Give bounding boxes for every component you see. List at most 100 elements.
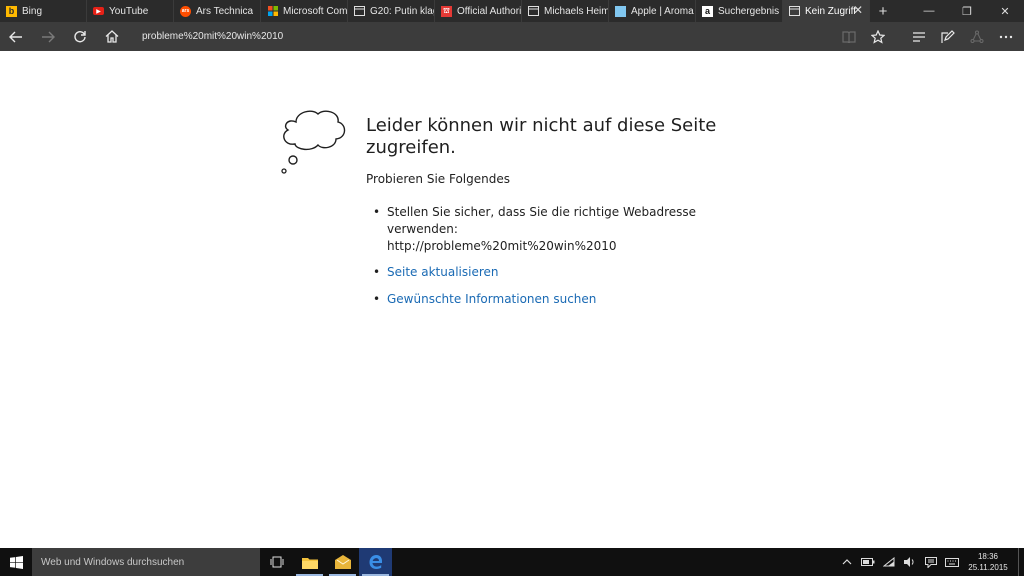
tab-0[interactable]: b Bing [0,0,87,22]
forward-button[interactable] [32,22,64,51]
tab-label: Kein Zugriff [805,5,856,17]
home-icon [105,30,119,43]
tab-label: Bing [22,5,43,17]
notifications-button[interactable] [920,548,941,576]
system-tray: 18:36 25.11.2015 [836,548,1024,576]
youtube-icon: ▶ [93,7,104,15]
ars-technica-icon: ars [180,5,191,17]
tab-4[interactable]: G20: Putin klagt [348,0,435,22]
edge-app-button[interactable] [359,548,392,576]
suggestion-url: http://probleme%20mit%20win%2010 [387,239,617,253]
volume-button[interactable] [899,548,920,576]
mail-app-button[interactable] [326,548,359,576]
suggestion-search: • Gewünschte Informationen suchen [373,291,753,308]
bullet: • [373,205,381,219]
taskbar: Web und Windows durchsuchen 18:36 25.11.… [0,548,1024,576]
tab-label: YouTube [109,5,149,17]
tab-label: Microsoft Comr [283,5,347,17]
book-icon [841,30,856,43]
bullet: • [373,292,381,306]
close-window-button[interactable]: ✕ [986,0,1024,22]
microsoft-icon [267,6,278,17]
share-icon [970,30,983,43]
reading-view-button[interactable] [834,22,863,51]
error-subtitle: Probieren Sie Folgendes [366,172,510,186]
back-arrow-icon [9,31,22,42]
speaker-icon [903,557,914,567]
nav-tools [834,22,1020,51]
tab-9[interactable]: Kein Zugriff ✕ [783,0,870,22]
clock[interactable]: 18:36 25.11.2015 [962,551,1014,573]
refresh-icon [74,30,86,42]
task-view-icon [270,556,283,568]
folder-icon [301,557,318,569]
close-tab-icon[interactable]: ✕ [853,4,863,16]
tab-label: Suchergebnis au [718,5,782,17]
address-bar[interactable]: probleme%20mit%20win%2010 [142,31,834,42]
more-dots-icon [999,35,1012,38]
forward-arrow-icon [42,31,55,42]
clock-date: 25.11.2015 [968,563,1008,572]
favorite-button[interactable] [863,22,892,51]
suggestion-check-address: • Stellen Sie sicher, dass Sie die richt… [373,204,753,255]
share-button[interactable] [962,22,991,51]
edge-logo-icon [369,555,382,569]
tab-3[interactable]: Microsoft Comr [261,0,348,22]
show-hidden-icons-button[interactable] [836,548,857,576]
tab-1[interactable]: ▶ YouTube [87,0,174,22]
minimize-button[interactable]: — [910,0,948,22]
tab-label: Michaels Heimk [544,5,608,17]
file-explorer-button[interactable] [293,548,326,576]
windows-logo-icon [9,555,23,569]
message-icon [924,556,937,568]
bullet: • [373,265,381,279]
more-button[interactable] [991,22,1020,51]
suggestion-refresh: • Seite aktualisieren [373,264,753,281]
window-controls: — ❐ ✕ [910,0,1024,22]
show-desktop-button[interactable] [1018,548,1024,576]
navigation-bar: probleme%20mit%20win%2010 [0,22,1024,51]
restore-button[interactable]: ❐ [948,0,986,22]
task-view-button[interactable] [260,548,293,576]
start-button[interactable] [0,548,32,576]
suggestion-list: • Stellen Sie sicher, dass Sie die richt… [373,204,753,308]
web-note-button[interactable] [933,22,962,51]
chevron-up-icon [842,559,851,565]
apple-site-icon [615,5,626,17]
page-icon [528,6,539,17]
refresh-button[interactable] [64,22,96,51]
back-button[interactable] [0,22,32,51]
amazon-icon: a [702,5,713,17]
tab-2[interactable]: ars Ars Technica [174,0,261,22]
tab-8[interactable]: a Suchergebnis au [696,0,783,22]
new-tab-button[interactable]: + [870,0,896,22]
tab-label: Official Authoriz [457,5,521,17]
hub-button[interactable] [904,22,933,51]
tab-label: Ars Technica [196,5,254,17]
page-icon [789,6,800,17]
home-button[interactable] [96,22,128,51]
tab-label: Apple | Aroma v [631,5,695,17]
network-button[interactable] [878,548,899,576]
keyboard-icon [944,557,959,567]
tab-6[interactable]: Michaels Heimk [522,0,609,22]
thought-cloud-icon [281,110,346,174]
tab-strip: b Bing ▶ YouTube ars Ars Technica Microsoft Co… [0,0,1024,22]
star-icon [870,29,885,44]
battery-icon [860,558,874,566]
search-info-link[interactable]: Gewünschte Informationen suchen [387,292,596,306]
tab-7[interactable]: Apple | Aroma v [609,0,696,22]
tab-list: b Bing ▶ YouTube ars Ars Technica Microsoft Co… [0,0,870,22]
refresh-page-link[interactable]: Seite aktualisieren [387,265,499,279]
hub-icon [912,31,925,42]
taskbar-search-box[interactable]: Web und Windows durchsuchen [32,548,260,576]
keyboard-button[interactable] [941,548,962,576]
tab-5[interactable]: ⛫ Official Authoriz [435,0,522,22]
shop-icon: ⛫ [441,5,452,17]
battery-button[interactable] [857,548,878,576]
page-content: Leider können wir nicht auf diese Seite … [0,51,1024,548]
tab-label: G20: Putin klagt [370,5,434,17]
bing-icon: b [6,5,17,17]
wifi-icon [882,557,894,567]
suggestion-text: Stellen Sie sicher, dass Sie die richtig… [387,205,697,236]
